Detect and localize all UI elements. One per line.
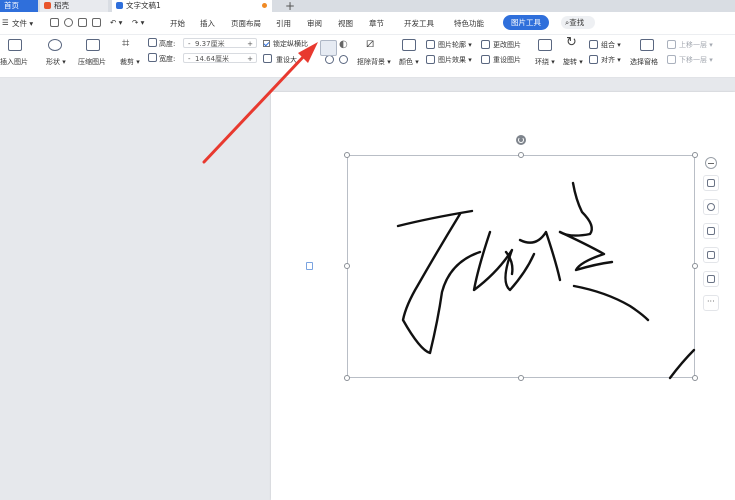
annotation-arrow [202,42,318,164]
drawing-layer [202,42,696,380]
signature-strokes [396,181,696,380]
